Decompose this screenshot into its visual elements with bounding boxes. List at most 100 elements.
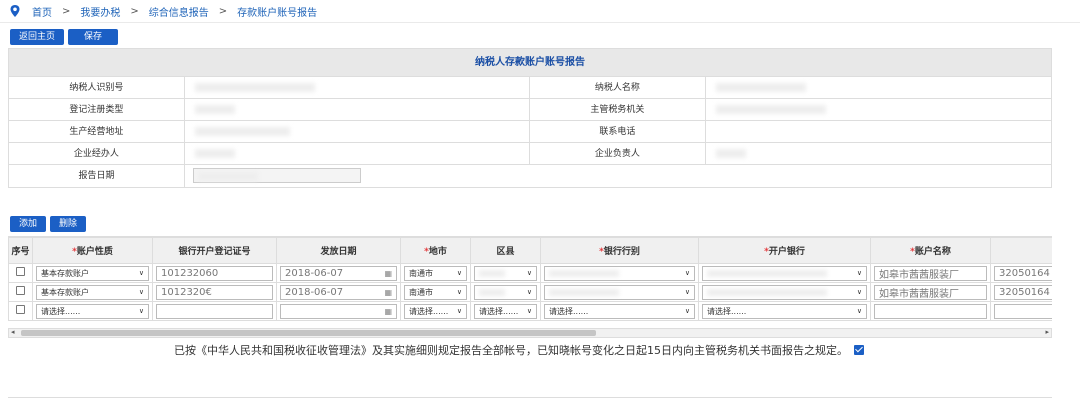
bank-type-select[interactable]: ∨ <box>544 265 695 281</box>
principal-value <box>706 143 1051 164</box>
row-checkbox[interactable] <box>16 267 25 276</box>
agent-value <box>185 143 530 164</box>
add-button[interactable]: 添加 <box>10 216 47 232</box>
address-label: 生产经营地址 <box>9 121 185 142</box>
acct-name-input[interactable]: 如皋市茜茜服装厂 <box>874 284 987 300</box>
chevron-down-icon: ∨ <box>684 307 690 315</box>
tax-authority-value <box>706 99 1051 120</box>
breadcrumb-tax[interactable]: 我要办税 <box>80 4 120 19</box>
bank-select[interactable]: ∨ <box>702 265 867 281</box>
license-input[interactable]: 101232060 <box>156 265 273 281</box>
bank-cell: ∨ <box>698 282 871 302</box>
breadcrumb-separator: > <box>218 5 228 17</box>
row-checkbox[interactable] <box>16 305 25 314</box>
issue-date-input[interactable]: 2018-06-07 ▦ <box>280 284 397 300</box>
license-cell: 101232060 <box>152 263 277 283</box>
license-input[interactable]: 1012320€ <box>156 284 273 300</box>
col-city: *地市 <box>400 237 471 264</box>
divider <box>8 397 1052 398</box>
city-select[interactable]: 南通市 ∨ <box>404 284 467 300</box>
bank-type-select[interactable]: 请选择...... ∨ <box>544 303 695 319</box>
acct-no-input[interactable] <box>994 303 1052 319</box>
chevron-down-icon: ∨ <box>684 269 690 277</box>
info-row: 生产经营地址 联系电话 <box>9 121 1051 143</box>
col-district: 区县 <box>470 237 541 264</box>
report-date-input[interactable] <box>193 168 361 183</box>
bank-cell: 请选择...... ∨ <box>698 301 871 321</box>
calendar-icon: ▦ <box>384 306 392 316</box>
license-cell: 1012320€ <box>152 282 277 302</box>
chevron-down-icon: ∨ <box>138 269 144 277</box>
chevron-down-icon: ∨ <box>526 307 532 315</box>
acct-type-select[interactable]: 基本存款账户 ∨ <box>36 265 149 281</box>
issue-date-cell: 2018-06-07 ▦ <box>276 263 401 283</box>
issue-date-input[interactable]: 2018-06-07 ▦ <box>280 265 397 281</box>
col-seq: 序号 <box>8 237 33 264</box>
report-title: 纳税人存款账户账号报告 <box>9 49 1051 77</box>
table-row: 基本存款账户 ∨ 1012320€ 2018-06-07 ▦ 南通市 ∨ ∨ ∨ ∨ … <box>8 282 1052 302</box>
acct-no-cell <box>990 301 1052 321</box>
chevron-down-icon: ∨ <box>138 288 144 296</box>
breadcrumb-report[interactable]: 综合信息报告 <box>149 4 209 19</box>
horizontal-scrollbar[interactable]: ◂ ▸ <box>8 328 1052 338</box>
info-row: 企业经办人 企业负责人 <box>9 143 1051 165</box>
acct-type-cell: 请选择...... ∨ <box>32 301 153 321</box>
acct-name-input[interactable]: 如皋市茜茜服装厂 <box>874 265 987 281</box>
col-issue-date: 发放日期 <box>276 237 401 264</box>
scroll-right-icon[interactable]: ▸ <box>1045 328 1049 336</box>
acct-type-select[interactable]: 请选择...... ∨ <box>36 303 149 319</box>
bank-type-select[interactable]: ∨ <box>544 284 695 300</box>
chevron-down-icon: ∨ <box>526 288 532 296</box>
col-acct-type: *账户性质 <box>32 237 153 264</box>
acct-no-input[interactable]: 32050164 <box>994 284 1052 300</box>
agent-label: 企业经办人 <box>9 143 185 164</box>
chevron-down-icon: ∨ <box>526 269 532 277</box>
declaration-checkbox[interactable] <box>854 345 864 355</box>
chevron-down-icon: ∨ <box>856 269 862 277</box>
license-input[interactable] <box>156 303 273 319</box>
district-select[interactable]: ∨ <box>474 284 537 300</box>
acct-name-input[interactable] <box>874 303 987 319</box>
top-toolbar: 返回主页 保存 <box>10 29 119 45</box>
reg-type-value <box>185 99 530 120</box>
acct-type-cell: 基本存款账户 ∨ <box>32 282 153 302</box>
district-select[interactable]: 请选择...... ∨ <box>474 303 537 319</box>
issue-date-input[interactable]: ▦ <box>280 303 397 319</box>
table-row: 基本存款账户 ∨ 101232060 2018-06-07 ▦ 南通市 ∨ ∨ ∨ ∨… <box>8 263 1052 283</box>
bank-select[interactable]: 请选择...... ∨ <box>702 303 867 319</box>
save-button[interactable]: 保存 <box>68 29 119 45</box>
breadcrumb: 首页 > 我要办税 > 综合信息报告 > 存款账户账号报告 <box>32 4 317 19</box>
acct-type-cell: 基本存款账户 ∨ <box>32 263 153 283</box>
city-select[interactable]: 南通市 ∨ <box>404 265 467 281</box>
row-checkbox[interactable] <box>16 286 25 295</box>
acct-no-cell: 32050164 <box>990 282 1052 302</box>
divider <box>0 22 1080 23</box>
city-select[interactable]: 请选择...... ∨ <box>404 303 467 319</box>
bank-type-cell: 请选择...... ∨ <box>540 301 699 321</box>
breadcrumb-home[interactable]: 首页 <box>32 4 52 19</box>
scroll-left-icon[interactable]: ◂ <box>11 328 15 336</box>
delete-button[interactable]: 删除 <box>50 216 87 232</box>
home-button[interactable]: 返回主页 <box>10 29 65 45</box>
acct-no-input[interactable]: 32050164 <box>994 265 1052 281</box>
breadcrumb-current: 存款账户账号报告 <box>237 7 318 19</box>
chevron-down-icon: ∨ <box>684 288 690 296</box>
chevron-down-icon: ∨ <box>456 307 462 315</box>
city-cell: 请选择...... ∨ <box>400 301 471 321</box>
calendar-icon: ▦ <box>384 268 392 278</box>
bank-select[interactable]: ∨ <box>702 284 867 300</box>
report-date-label: 报告日期 <box>9 165 185 187</box>
tax-authority-label: 主管税务机关 <box>530 99 706 120</box>
reg-type-label: 登记注册类型 <box>9 99 185 120</box>
phone-label: 联系电话 <box>530 121 706 142</box>
col-acct-no: *账 <box>990 237 1052 264</box>
location-pin-icon <box>10 5 20 17</box>
district-cell: 请选择...... ∨ <box>470 301 541 321</box>
scrollbar-thumb[interactable] <box>21 330 596 336</box>
report-date-value <box>185 165 531 187</box>
city-cell: 南通市 ∨ <box>400 263 471 283</box>
row-checkbox-cell <box>8 263 33 283</box>
district-select[interactable]: ∨ <box>474 265 537 281</box>
acct-type-select[interactable]: 基本存款账户 ∨ <box>36 284 149 300</box>
report-info-table: 纳税人存款账户账号报告 纳税人识别号 纳税人名称 登记注册类型 主管税务机关 生… <box>8 48 1052 188</box>
